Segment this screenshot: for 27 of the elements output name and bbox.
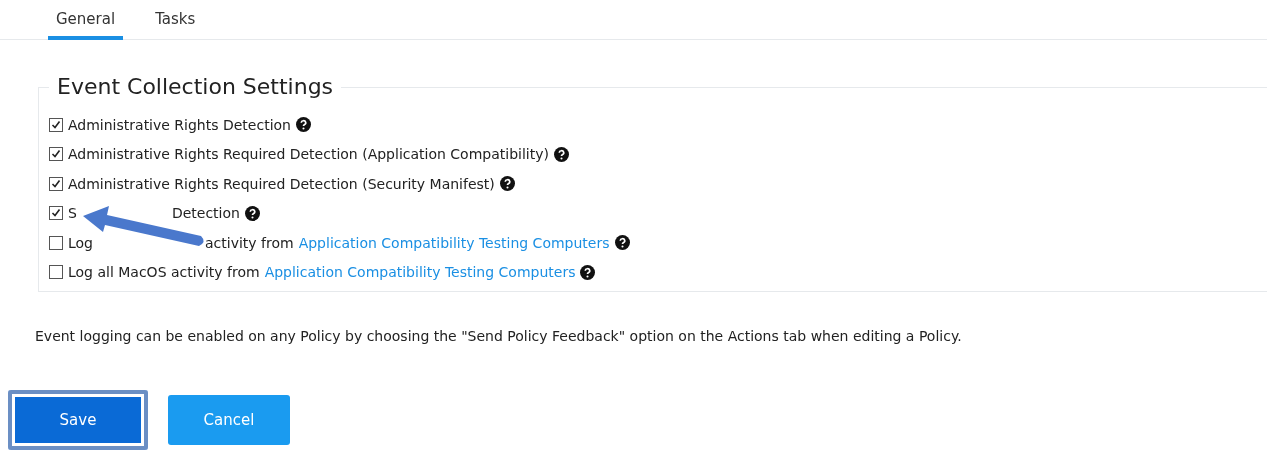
option-label: Administrative Rights Detection bbox=[68, 116, 291, 133]
option-label: Detection bbox=[171, 205, 240, 222]
checkbox[interactable] bbox=[49, 176, 63, 191]
cancel-button[interactable]: Cancel bbox=[168, 395, 290, 445]
checkbox[interactable] bbox=[49, 206, 63, 221]
tab[interactable]: Tasks bbox=[147, 10, 204, 40]
help-icon[interactable] bbox=[580, 264, 596, 280]
help-icon[interactable] bbox=[296, 117, 311, 133]
option-label: Administrative Rights Required Detection (Security Manifest) bbox=[68, 175, 495, 192]
link[interactable]: Application Compatibility Testing Computers bbox=[264, 264, 576, 281]
option-label: activity from bbox=[205, 234, 294, 251]
checkbox[interactable] bbox=[49, 235, 63, 250]
checkbox[interactable] bbox=[49, 147, 63, 162]
info-text: Event logging can be enabled on any Policy by choosing the "Send Policy Feedback" option on the Actions tab when editing a Policy. bbox=[35, 328, 963, 344]
help-icon[interactable] bbox=[553, 146, 569, 162]
tab[interactable]: General bbox=[48, 10, 124, 40]
checkbox[interactable] bbox=[49, 265, 63, 280]
help-icon[interactable] bbox=[244, 205, 260, 221]
checkbox[interactable] bbox=[49, 117, 63, 132]
option-label: Log all MacOS activity from bbox=[68, 264, 260, 281]
save-button[interactable]: Save bbox=[8, 390, 148, 450]
option-label: Log bbox=[68, 234, 93, 251]
option-label: Administrative Rights Required Detection (Application Compatibility) bbox=[68, 146, 549, 163]
help-icon[interactable] bbox=[614, 235, 630, 251]
help-icon[interactable] bbox=[499, 176, 515, 192]
link[interactable]: Application Compatibility Testing Computers bbox=[298, 234, 610, 251]
option-label: S bbox=[68, 205, 77, 222]
